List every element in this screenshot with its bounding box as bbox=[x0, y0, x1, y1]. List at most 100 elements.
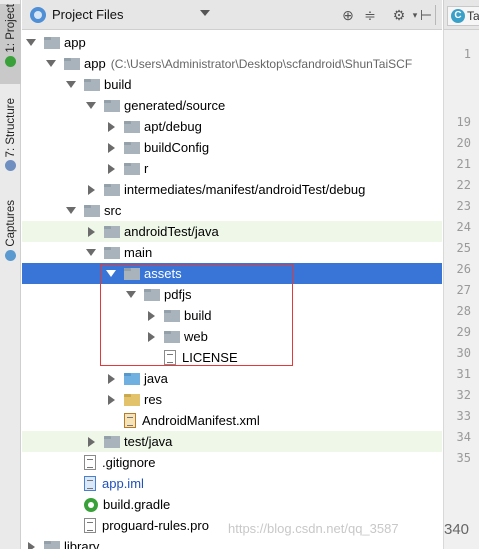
line-number: 31 bbox=[456, 367, 471, 381]
folder-icon bbox=[124, 141, 140, 154]
tree-row-label: app bbox=[84, 56, 106, 71]
line-number: 30 bbox=[456, 346, 471, 360]
project-tree: app app (C:\Users\Administrator\Desktop\sc… bbox=[22, 30, 442, 549]
line-number: 23 bbox=[456, 199, 471, 213]
tree-row-label: build bbox=[184, 308, 212, 323]
text-file-icon bbox=[164, 350, 176, 365]
settings-icon[interactable]: ⚙ bbox=[391, 7, 407, 23]
folder-icon bbox=[164, 309, 180, 322]
tree-row[interactable]: library bbox=[22, 536, 442, 549]
tree-row[interactable]: build.gradle bbox=[22, 494, 442, 515]
editor-tab-label: Ta bbox=[467, 9, 479, 23]
tree-row[interactable]: LICENSE bbox=[22, 347, 442, 368]
chevron-down-icon[interactable] bbox=[200, 10, 210, 16]
folder-icon bbox=[104, 99, 120, 112]
expand-right-icon[interactable] bbox=[108, 373, 115, 384]
expand-down-icon[interactable] bbox=[126, 291, 136, 298]
folder-icon bbox=[64, 57, 80, 70]
folder-icon bbox=[44, 540, 60, 549]
folder-icon bbox=[124, 393, 140, 406]
header-divider bbox=[435, 5, 436, 25]
tab-structure[interactable]: 7: Structure bbox=[0, 98, 21, 182]
expand-right-icon[interactable] bbox=[88, 436, 95, 447]
tree-row[interactable]: AndroidManifest.xml bbox=[22, 410, 442, 431]
tree-row-label: java bbox=[144, 371, 168, 386]
editor-tab[interactable]: C Ta bbox=[447, 6, 479, 26]
tree-row[interactable]: app bbox=[22, 32, 442, 53]
tab-project-label: 1: Project bbox=[4, 4, 17, 53]
line-number: 33 bbox=[456, 409, 471, 423]
tree-row-label: main bbox=[124, 245, 153, 260]
tree-row[interactable]: main bbox=[22, 242, 442, 263]
tree-row[interactable]: build bbox=[22, 74, 442, 95]
tree-row[interactable]: intermediates/manifest/androidTest/debug bbox=[22, 179, 442, 200]
tree-row[interactable]: .gitignore bbox=[22, 452, 442, 473]
folder-icon bbox=[104, 246, 120, 259]
expand-down-icon[interactable] bbox=[86, 249, 96, 256]
tab-project[interactable]: 1: Project bbox=[0, 4, 21, 84]
folder-icon bbox=[84, 78, 100, 91]
expand-right-icon[interactable] bbox=[148, 310, 155, 321]
tree-row[interactable]: generated/source bbox=[22, 95, 442, 116]
expand-right-icon[interactable] bbox=[88, 184, 95, 195]
expand-right-icon[interactable] bbox=[28, 541, 35, 549]
tree-row-label: proguard-rules.pro bbox=[102, 518, 209, 533]
tree-row-label: .gitignore bbox=[102, 455, 156, 470]
tree-row[interactable]: web bbox=[22, 326, 442, 347]
line-number: 21 bbox=[456, 157, 471, 171]
expand-down-icon[interactable] bbox=[106, 270, 116, 277]
line-number: 28 bbox=[456, 304, 471, 318]
expand-right-icon[interactable] bbox=[148, 331, 155, 342]
expand-right-icon[interactable] bbox=[108, 142, 115, 153]
module-file-icon bbox=[84, 476, 96, 491]
project-header: Project Files ⊕ ≑ ⚙ ▾ ⊢ bbox=[22, 0, 442, 30]
expand-right-icon[interactable] bbox=[108, 121, 115, 132]
tree-row[interactable]: assets bbox=[22, 263, 442, 284]
tree-row[interactable]: src bbox=[22, 200, 442, 221]
folder-icon bbox=[144, 288, 160, 301]
tree-row[interactable]: test/java bbox=[22, 431, 442, 452]
expand-right-icon[interactable] bbox=[88, 226, 95, 237]
tree-row-label: androidTest/java bbox=[124, 224, 219, 239]
hide-icon[interactable]: ⊢ bbox=[418, 7, 434, 23]
sync-icon[interactable]: ⊕ bbox=[340, 7, 356, 23]
tree-row-label: assets bbox=[144, 266, 182, 281]
xml-file-icon bbox=[124, 413, 136, 428]
expand-right-icon[interactable] bbox=[108, 394, 115, 405]
tree-row-label: intermediates/manifest/androidTest/debug bbox=[124, 182, 366, 197]
collapse-icon[interactable]: ≑ bbox=[362, 7, 378, 23]
tab-structure-label: 7: Structure bbox=[4, 98, 17, 158]
structure-icon bbox=[5, 160, 16, 172]
folder-icon bbox=[104, 435, 120, 448]
watermark: https://blog.csdn.net/qq_3587 bbox=[228, 521, 399, 536]
tree-row[interactable]: buildConfig bbox=[22, 137, 442, 158]
line-number: 1 bbox=[463, 47, 471, 61]
expand-down-icon[interactable] bbox=[46, 60, 56, 67]
tree-row[interactable]: apt/debug bbox=[22, 116, 442, 137]
tree-row[interactable]: r bbox=[22, 158, 442, 179]
line-number: 34 bbox=[456, 430, 471, 444]
tree-row[interactable]: pdfjs bbox=[22, 284, 442, 305]
expand-right-icon[interactable] bbox=[108, 163, 115, 174]
tree-row-label: apt/debug bbox=[144, 119, 202, 134]
line-number: 20 bbox=[456, 136, 471, 150]
folder-icon bbox=[124, 162, 140, 175]
expand-down-icon[interactable] bbox=[66, 81, 76, 88]
tab-captures[interactable]: Captures bbox=[0, 200, 21, 268]
tree-row-label: r bbox=[144, 161, 149, 176]
project-view-title[interactable]: Project Files bbox=[52, 7, 124, 22]
expand-down-icon[interactable] bbox=[26, 39, 36, 46]
expand-down-icon[interactable] bbox=[86, 102, 96, 109]
tree-row[interactable]: build bbox=[22, 305, 442, 326]
tree-row[interactable]: java bbox=[22, 368, 442, 389]
tree-row[interactable]: app.iml bbox=[22, 473, 442, 494]
tree-row-label: web bbox=[184, 329, 208, 344]
tree-row[interactable]: androidTest/java bbox=[22, 221, 442, 242]
expand-down-icon[interactable] bbox=[66, 207, 76, 214]
tree-row[interactable]: app (C:\Users\Administrator\Desktop\scfan… bbox=[22, 53, 442, 74]
tree-row-label: build.gradle bbox=[103, 497, 171, 512]
tree-row-label: generated/source bbox=[124, 98, 226, 113]
tree-row[interactable]: res bbox=[22, 389, 442, 410]
line-number: 22 bbox=[456, 178, 471, 192]
tree-row-label: app.iml bbox=[102, 476, 144, 491]
